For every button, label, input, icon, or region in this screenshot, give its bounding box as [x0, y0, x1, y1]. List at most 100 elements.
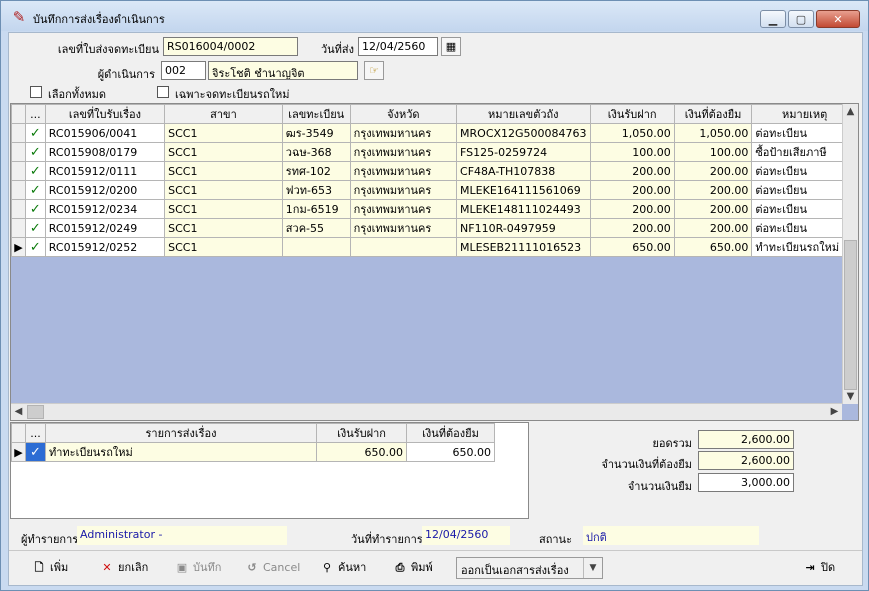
province-cell: กรุงเทพมหานคร	[349, 180, 458, 200]
lookup-hand-icon[interactable]: ☞	[364, 61, 384, 80]
column-header[interactable]: เงินที่ต้องยืม	[673, 104, 753, 124]
row-header[interactable]	[11, 218, 26, 238]
row-checkbox[interactable]: ✓	[24, 142, 46, 162]
undo-cancel-button[interactable]: ↺ Cancel	[244, 556, 300, 580]
row-header[interactable]	[11, 123, 26, 143]
row-checkbox[interactable]: ✓	[24, 123, 46, 143]
province-cell: กรุงเทพมหานคร	[349, 199, 458, 219]
table-row[interactable]: ✓ RC015912/0200 SCC1 ฟวท-653 กรุงเทพมหาน…	[11, 180, 858, 200]
borrow-cell: 200.00	[673, 218, 753, 238]
grid-vertical-scrollbar[interactable]: ▲ ▼	[842, 104, 858, 404]
plate-cell: วฉษ-368	[281, 142, 351, 162]
column-header[interactable]: เลขที่ใบรับเรื่อง	[44, 104, 166, 124]
column-header[interactable]: เงินรับฝาก	[589, 104, 675, 124]
receipt-cell: RC015912/0249	[44, 218, 166, 238]
row-checkbox[interactable]: ✓	[24, 180, 46, 200]
close-button[interactable]: ⇥ ปิด	[802, 556, 835, 580]
row-header[interactable]	[11, 180, 26, 200]
main-window: ✎ บันทึกการส่งเรื่องดำเนินการ ▁ ▢ ✕ เลขท…	[0, 0, 869, 591]
table-row[interactable]: ✓ RC015908/0179 SCC1 วฉษ-368 กรุงเทพมหาน…	[11, 142, 858, 162]
print-button[interactable]: ⎙ พิมพ์	[392, 556, 433, 580]
borrow-cell: 200.00	[673, 161, 753, 181]
branch-cell: SCC1	[164, 161, 283, 181]
column-header[interactable]: เงินที่ต้องยืม	[406, 423, 495, 443]
chevron-down-icon[interactable]: ▼	[583, 558, 602, 578]
vertical-scroll-thumb[interactable]	[844, 240, 857, 390]
operator-code-field[interactable]: 002	[161, 61, 206, 80]
close-label: ปิด	[821, 561, 836, 574]
plate-cell: สวค-55	[281, 218, 351, 238]
column-header[interactable]: หมายเลขตัวถัง	[456, 104, 591, 124]
column-header[interactable]: เลขทะเบียน	[281, 104, 351, 124]
table-row[interactable]: ✓ RC015912/0234 SCC1 1กม-6519 กรุงเทพมหา…	[11, 199, 858, 219]
table-row[interactable]: ✓ RC015912/0111 SCC1 รทศ-102 กรุงเทพมหาน…	[11, 161, 858, 181]
search-button[interactable]: ⚲ ค้นหา	[319, 556, 366, 580]
province-cell: กรุงเทพมหานคร	[349, 218, 458, 238]
deposit-cell: 200.00	[589, 199, 675, 219]
state-label: สถานะ	[539, 533, 572, 546]
scroll-up-icon[interactable]: ▲	[843, 104, 858, 119]
column-header[interactable]: รายการส่งเรื่อง	[45, 423, 317, 443]
window-title: บันทึกการส่งเรื่องดำเนินการ	[33, 13, 165, 26]
borrow-amount-field[interactable]: 3,000.00	[698, 473, 794, 492]
table-row[interactable]: ✓ RC015906/0041 SCC1 ฒร-3549 กรุงเทพมหาน…	[11, 123, 858, 143]
receipt-no-field[interactable]: RS016004/0002	[163, 37, 298, 56]
row-checkbox[interactable]: ✓	[25, 442, 46, 462]
new-reg-only-checkbox[interactable]	[157, 86, 169, 98]
row-header[interactable]	[11, 161, 26, 181]
select-all-checkbox[interactable]	[30, 86, 42, 98]
row-header[interactable]	[11, 199, 26, 219]
column-header[interactable]: เงินรับฝาก	[316, 423, 407, 443]
column-header[interactable]: ...	[25, 423, 46, 443]
calendar-icon[interactable]: ▦	[441, 37, 461, 56]
add-button[interactable]: 🗋 เพิ่ม	[31, 556, 69, 580]
branch-cell: SCC1	[164, 218, 283, 238]
column-header[interactable]: ...	[24, 104, 46, 124]
send-date-field[interactable]: 12/04/2560	[358, 37, 438, 56]
close-window-button[interactable]: ✕	[816, 10, 860, 28]
scroll-down-icon[interactable]: ▼	[843, 389, 858, 404]
grid-horizontal-scrollbar[interactable]: ◀ ▶	[11, 403, 842, 420]
row-checkbox[interactable]: ✓	[24, 218, 46, 238]
floppy-disk-icon: ▣	[176, 561, 188, 574]
current-row-indicator-icon[interactable]: ▶	[11, 442, 26, 462]
x-icon: ✕	[102, 561, 112, 574]
undo-cancel-label: Cancel	[263, 561, 301, 574]
minimize-button[interactable]: ▁	[760, 10, 786, 28]
save-button[interactable]: ▣ บันทึก	[174, 556, 222, 580]
receipt-no-label: เลขที่ใบส่งจดทะเบียน	[57, 43, 159, 56]
cancel-document-label: ยกเลิก	[118, 561, 149, 574]
column-header[interactable]: สาขา	[164, 104, 283, 124]
row-checkbox[interactable]: ✓	[24, 199, 46, 219]
scroll-right-icon[interactable]: ▶	[827, 404, 842, 419]
items-grid[interactable]: ... รายการส่งเรื่อง เงินรับฝาก เงินที่ต้…	[10, 422, 529, 519]
cancel-document-button[interactable]: ✕ ยกเลิก	[99, 556, 148, 580]
table-row[interactable]: ✓ RC015912/0249 SCC1 สวค-55 กรุงเทพมหานค…	[11, 218, 858, 238]
plate-cell	[281, 237, 351, 257]
column-header[interactable]: จังหวัด	[349, 104, 458, 124]
borrow-cell: 100.00	[673, 142, 753, 162]
documents-grid[interactable]: ... เลขที่ใบรับเรื่อง สาขา เลขทะเบียน จั…	[10, 103, 859, 421]
chassis-cell: MLESEB21111016523	[456, 237, 591, 257]
current-row-indicator-icon[interactable]: ▶	[11, 237, 26, 257]
total-field: 2,600.00	[698, 430, 794, 449]
send-date-label: วันที่ส่ง	[320, 43, 354, 56]
row-checkbox[interactable]: ✓	[24, 161, 46, 181]
print-option-select[interactable]: ออกเป็นเอกสารส่งเรื่อง ▼	[456, 557, 603, 579]
plate-cell: ฒร-3549	[281, 123, 351, 143]
scroll-left-icon[interactable]: ◀	[11, 404, 26, 419]
row-header[interactable]	[11, 142, 26, 162]
maximize-button[interactable]: ▢	[788, 10, 814, 28]
table-row-current[interactable]: ▶ ✓ ทำทะเบียนรถใหม่ 650.00 650.00	[11, 442, 495, 462]
add-label: เพิ่ม	[50, 561, 69, 574]
receipt-cell: RC015908/0179	[44, 142, 166, 162]
horizontal-scroll-thumb[interactable]	[27, 405, 44, 419]
branch-cell: SCC1	[164, 199, 283, 219]
deposit-cell: 200.00	[589, 218, 675, 238]
table-row-current[interactable]: ▶ ✓ RC015912/0252 SCC1 MLESEB21111016523…	[11, 237, 858, 257]
province-cell: กรุงเทพมหานคร	[349, 142, 458, 162]
record-date-value: 12/04/2560	[422, 526, 510, 545]
plate-cell: ฟวท-653	[281, 180, 351, 200]
row-checkbox[interactable]: ✓	[24, 237, 46, 257]
chassis-cell: MLEKE148111024493	[456, 199, 591, 219]
